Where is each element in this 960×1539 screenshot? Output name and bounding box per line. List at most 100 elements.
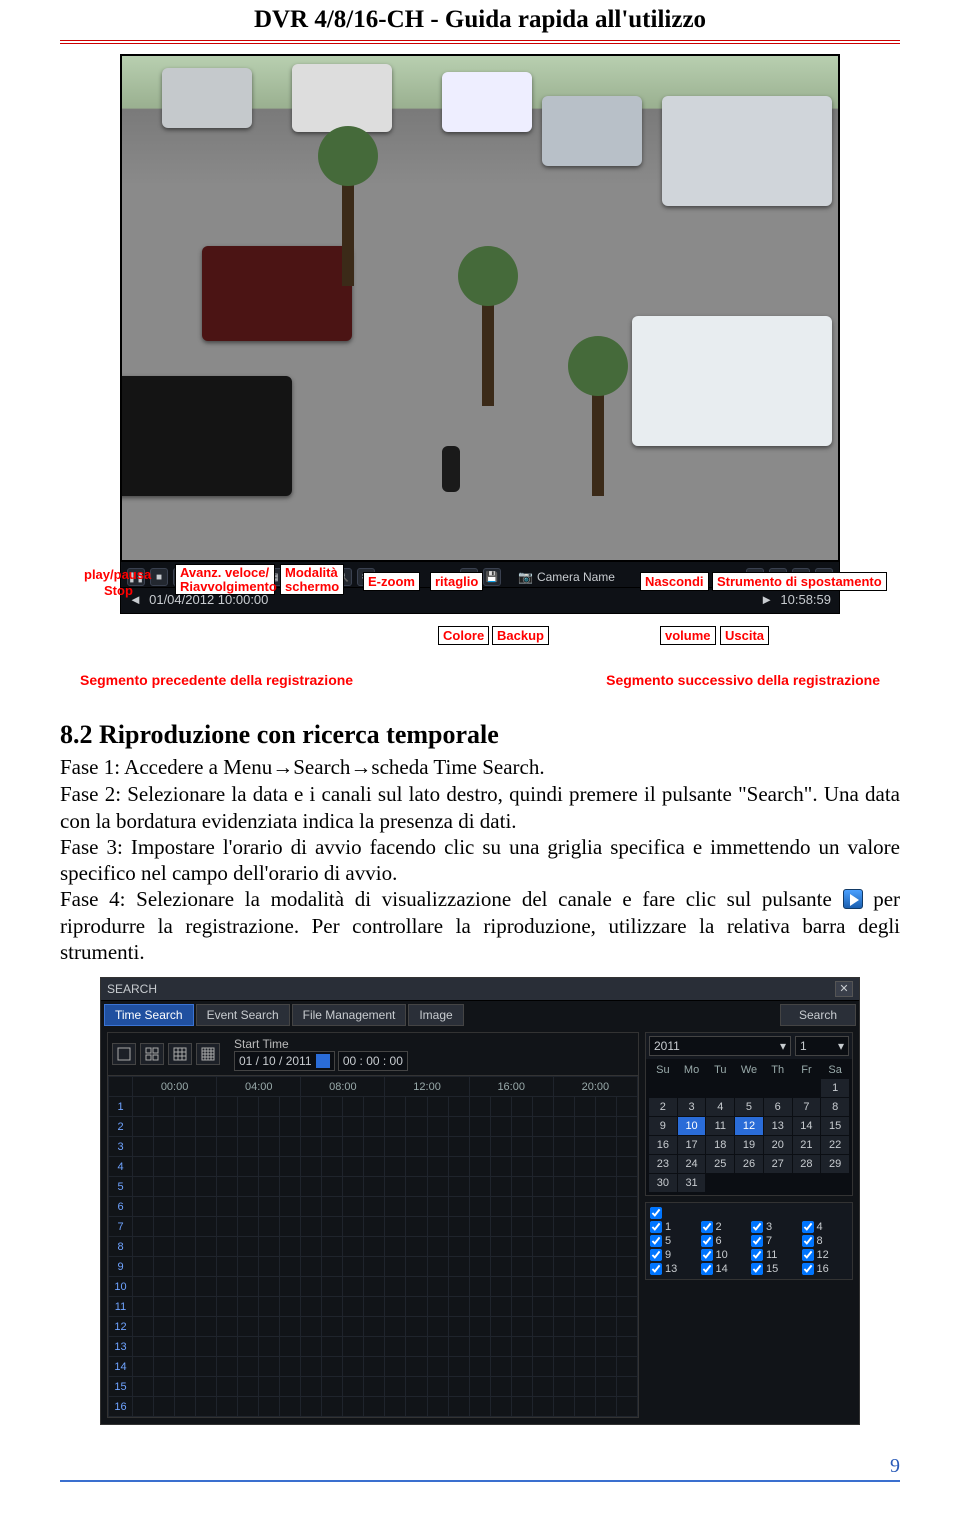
time-cell[interactable] xyxy=(427,1297,448,1317)
time-cell[interactable] xyxy=(385,1337,406,1357)
time-cell[interactable] xyxy=(301,1237,322,1257)
time-cell[interactable] xyxy=(595,1157,616,1177)
time-cell[interactable] xyxy=(385,1377,406,1397)
time-cell[interactable] xyxy=(280,1377,301,1397)
channel-check-1[interactable]: 1 xyxy=(650,1221,697,1233)
time-cell[interactable] xyxy=(511,1297,532,1317)
channel-check-13[interactable]: 13 xyxy=(650,1263,697,1275)
time-cell[interactable] xyxy=(196,1317,217,1337)
time-cell[interactable] xyxy=(343,1097,364,1117)
time-cell[interactable] xyxy=(427,1397,448,1417)
time-cell[interactable] xyxy=(448,1357,469,1377)
time-cell[interactable] xyxy=(196,1357,217,1377)
time-cell[interactable] xyxy=(217,1097,238,1117)
view-1x1-button[interactable] xyxy=(112,1043,136,1065)
time-cell[interactable] xyxy=(301,1377,322,1397)
time-cell[interactable] xyxy=(511,1397,532,1417)
time-cell[interactable] xyxy=(343,1297,364,1317)
time-cell[interactable] xyxy=(406,1117,427,1137)
time-cell[interactable] xyxy=(259,1357,280,1377)
time-cell[interactable] xyxy=(154,1317,175,1337)
calendar-day[interactable]: 9 xyxy=(649,1117,677,1135)
time-cell[interactable] xyxy=(490,1217,511,1237)
time-cell[interactable] xyxy=(427,1157,448,1177)
time-cell[interactable] xyxy=(595,1317,616,1337)
time-cell[interactable] xyxy=(532,1217,553,1237)
time-cell[interactable] xyxy=(343,1217,364,1237)
time-cell[interactable] xyxy=(616,1337,637,1357)
time-cell[interactable] xyxy=(406,1157,427,1177)
time-cell[interactable] xyxy=(448,1117,469,1137)
time-cell[interactable] xyxy=(175,1097,196,1117)
time-cell[interactable] xyxy=(511,1277,532,1297)
time-cell[interactable] xyxy=(616,1137,637,1157)
time-cell[interactable] xyxy=(469,1177,490,1197)
time-cell[interactable] xyxy=(217,1237,238,1257)
time-cell[interactable] xyxy=(616,1317,637,1337)
time-cell[interactable] xyxy=(238,1357,259,1377)
time-cell[interactable] xyxy=(553,1117,574,1137)
calendar-day[interactable]: 25 xyxy=(706,1155,734,1173)
time-cell[interactable] xyxy=(196,1117,217,1137)
time-cell[interactable] xyxy=(427,1117,448,1137)
time-cell[interactable] xyxy=(469,1257,490,1277)
tab-event-search[interactable]: Event Search xyxy=(196,1004,290,1026)
time-cell[interactable] xyxy=(469,1097,490,1117)
time-cell[interactable] xyxy=(175,1197,196,1217)
time-cell[interactable] xyxy=(532,1237,553,1257)
time-cell[interactable] xyxy=(511,1257,532,1277)
time-cell[interactable] xyxy=(343,1257,364,1277)
time-cell[interactable] xyxy=(385,1357,406,1377)
time-cell[interactable] xyxy=(154,1377,175,1397)
time-cell[interactable] xyxy=(616,1217,637,1237)
time-cell[interactable] xyxy=(217,1137,238,1157)
time-cell[interactable] xyxy=(595,1237,616,1257)
time-cell[interactable] xyxy=(406,1277,427,1297)
time-cell[interactable] xyxy=(322,1097,343,1117)
calendar-day[interactable]: 26 xyxy=(735,1155,763,1173)
time-cell[interactable] xyxy=(448,1337,469,1357)
time-cell[interactable] xyxy=(574,1277,595,1297)
calendar-day[interactable]: 29 xyxy=(821,1155,849,1173)
time-cell[interactable] xyxy=(259,1377,280,1397)
time-cell[interactable] xyxy=(364,1257,385,1277)
time-cell[interactable] xyxy=(364,1177,385,1197)
time-cell[interactable] xyxy=(217,1157,238,1177)
time-cell[interactable] xyxy=(595,1197,616,1217)
time-cell[interactable] xyxy=(133,1297,154,1317)
time-cell[interactable] xyxy=(343,1137,364,1157)
time-cell[interactable] xyxy=(343,1237,364,1257)
time-cell[interactable] xyxy=(406,1217,427,1237)
time-cell[interactable] xyxy=(616,1377,637,1397)
time-cell[interactable] xyxy=(301,1157,322,1177)
time-cell[interactable] xyxy=(301,1317,322,1337)
time-cell[interactable] xyxy=(532,1257,553,1277)
time-cell[interactable] xyxy=(469,1297,490,1317)
time-cell[interactable] xyxy=(574,1197,595,1217)
time-cell[interactable] xyxy=(238,1137,259,1157)
time-cell[interactable] xyxy=(511,1237,532,1257)
time-cell[interactable] xyxy=(490,1157,511,1177)
time-cell[interactable] xyxy=(280,1097,301,1117)
time-cell[interactable] xyxy=(175,1357,196,1377)
time-cell[interactable] xyxy=(196,1097,217,1117)
calendar-day[interactable]: 31 xyxy=(678,1174,706,1192)
time-cell[interactable] xyxy=(322,1217,343,1237)
time-cell[interactable] xyxy=(595,1217,616,1237)
year-select[interactable]: 2011▾ xyxy=(649,1036,791,1056)
time-cell[interactable] xyxy=(364,1137,385,1157)
time-cell[interactable] xyxy=(322,1357,343,1377)
time-cell[interactable] xyxy=(595,1117,616,1137)
time-cell[interactable] xyxy=(364,1217,385,1237)
time-cell[interactable] xyxy=(133,1097,154,1117)
channel-check-16[interactable]: 16 xyxy=(802,1263,849,1275)
time-cell[interactable] xyxy=(553,1197,574,1217)
time-cell[interactable] xyxy=(175,1317,196,1337)
time-cell[interactable] xyxy=(259,1257,280,1277)
tab-time-search[interactable]: Time Search xyxy=(104,1004,194,1026)
time-cell[interactable] xyxy=(280,1357,301,1377)
time-cell[interactable] xyxy=(427,1257,448,1277)
time-cell[interactable] xyxy=(532,1317,553,1337)
time-cell[interactable] xyxy=(553,1137,574,1157)
time-cell[interactable] xyxy=(175,1137,196,1157)
